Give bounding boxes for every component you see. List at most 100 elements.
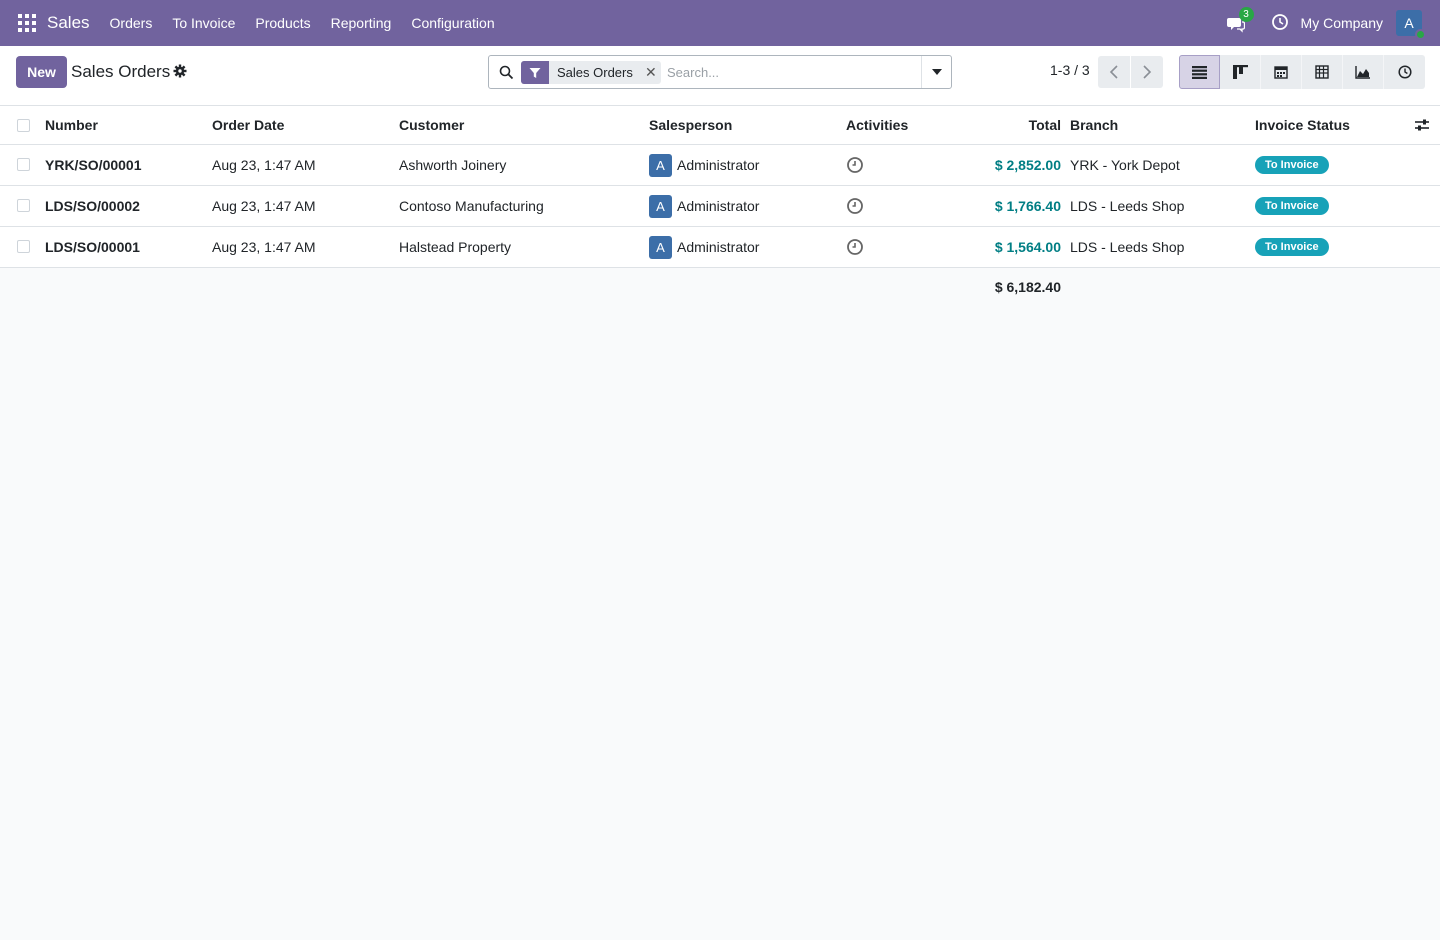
clock-icon[interactable] [1271,13,1291,33]
calendar-view-button[interactable] [1261,55,1302,89]
status-badge-cell: To Invoice [1255,227,1329,267]
salesperson-cell: A Administrator [649,186,759,226]
app-brand[interactable]: Sales [47,13,90,33]
clock-icon [1397,65,1412,79]
online-status-dot [1415,29,1426,40]
chat-count-badge: 3 [1238,7,1254,22]
salesperson-name: Administrator [677,198,760,214]
menu-orders[interactable]: Orders [100,0,163,46]
order-total: $ 2,852.00 [994,157,1061,173]
facet-label: Sales Orders [557,65,633,80]
column-header-invoice-status[interactable]: Invoice Status [1255,106,1350,144]
kanban-icon [1232,65,1248,79]
order-date: Aug 23, 1:47 AM [212,157,316,173]
chevron-left-icon [1109,65,1118,79]
column-header-total[interactable]: Total [960,106,1061,144]
order-number: YRK/SO/00001 [45,157,142,173]
search-icon[interactable] [499,65,514,80]
list-icon [1192,65,1207,79]
gear-icon[interactable] [173,64,187,78]
order-total: $ 1,564.00 [994,239,1061,255]
menu-reporting[interactable]: Reporting [321,0,402,46]
navbar-systray: 3 My Company A [1226,0,1440,46]
column-header-salesperson[interactable]: Salesperson [649,106,732,144]
menu-products[interactable]: Products [245,0,320,46]
activity-clock-icon[interactable] [846,227,864,267]
area-chart-icon [1355,65,1370,79]
menu-configuration[interactable]: Configuration [401,0,504,46]
status-badge-cell: To Invoice [1255,186,1329,226]
close-icon[interactable]: ✕ [641,61,661,84]
search-facet: Sales Orders ✕ [521,61,661,84]
sales-orders-table: Number Order Date Customer Salesperson A… [0,106,1440,306]
filter-icon [521,61,549,84]
salesperson-name: Administrator [677,157,760,173]
salesperson-cell: A Administrator [649,227,759,267]
grand-total: $ 6,182.40 [994,279,1061,295]
search-options-toggle[interactable] [921,56,951,88]
activity-view-button[interactable] [1384,55,1425,89]
table-row[interactable]: LDS/SO/00001 Aug 23, 1:47 AM Halstead Pr… [0,227,1440,268]
user-avatar[interactable]: A [1396,10,1426,40]
salesperson-name: Administrator [677,239,760,255]
avatar: A [649,235,672,259]
pivot-table-icon [1315,65,1329,79]
customer-name: Halstead Property [399,239,512,255]
kanban-view-button[interactable] [1220,55,1261,89]
menu-to-invoice[interactable]: To Invoice [162,0,245,46]
status-badge-cell: To Invoice [1255,145,1329,185]
activity-clock-icon[interactable] [846,145,864,185]
salesperson-cell: A Administrator [649,145,759,185]
search-input[interactable] [667,62,917,82]
activity-clock-icon[interactable] [846,186,864,226]
column-header-customer[interactable]: Customer [399,106,464,144]
page-title: Sales Orders [71,62,171,81]
search-bar: Sales Orders ✕ [488,55,952,89]
list-view-button[interactable] [1179,55,1220,89]
avatar: A [649,194,672,218]
user-avatar-initial: A [1404,15,1414,31]
branch-name: LDS - Leeds Shop [1070,239,1185,255]
avatar: A [649,153,672,177]
table-row[interactable]: YRK/SO/00001 Aug 23, 1:47 AM Ashworth Jo… [0,145,1440,186]
chat-icon[interactable]: 3 [1226,7,1254,33]
order-total: $ 1,766.40 [994,198,1061,214]
caret-down-icon [931,69,942,75]
column-header-activities[interactable]: Activities [846,106,908,144]
pager-next-button[interactable] [1131,56,1163,88]
pager-value[interactable]: 1-3 / 3 [1050,62,1090,78]
customer-name: Contoso Manufacturing [399,198,544,214]
chevron-right-icon [1143,65,1152,79]
row-checkbox[interactable] [17,199,30,212]
select-all-checkbox[interactable] [17,119,30,132]
column-header-branch[interactable]: Branch [1070,106,1118,144]
column-header-order-date[interactable]: Order Date [212,106,284,144]
branch-name: YRK - York Depot [1070,157,1180,173]
control-panel: New Sales Orders Sales Orders ✕ Search..… [0,46,1440,106]
new-button[interactable]: New [16,56,67,88]
order-date: Aug 23, 1:47 AM [212,239,316,255]
company-switcher[interactable]: My Company [1301,15,1383,31]
table-header: Number Order Date Customer Salesperson A… [0,106,1440,145]
table-row[interactable]: LDS/SO/00002 Aug 23, 1:47 AM Contoso Man… [0,186,1440,227]
column-header-number[interactable]: Number [45,106,98,144]
order-number: LDS/SO/00002 [45,198,140,214]
pivot-view-button[interactable] [1302,55,1343,89]
table-footer: $ 6,182.40 [0,268,1440,306]
calendar-icon [1274,66,1288,79]
row-checkbox[interactable] [17,158,30,171]
status-badge: To Invoice [1255,197,1329,215]
top-navbar: Sales Orders To Invoice Products Reporti… [0,0,1440,46]
status-badge: To Invoice [1255,156,1329,174]
pager-previous-button[interactable] [1098,56,1130,88]
view-switcher [1179,55,1425,89]
order-number: LDS/SO/00001 [45,239,140,255]
branch-name: LDS - Leeds Shop [1070,198,1185,214]
optional-columns-icon[interactable] [1414,106,1430,144]
customer-name: Ashworth Joinery [399,157,507,173]
apps-grid-icon[interactable] [18,14,36,32]
row-checkbox[interactable] [17,240,30,253]
status-badge: To Invoice [1255,238,1329,256]
graph-view-button[interactable] [1343,55,1384,89]
order-date: Aug 23, 1:47 AM [212,198,316,214]
